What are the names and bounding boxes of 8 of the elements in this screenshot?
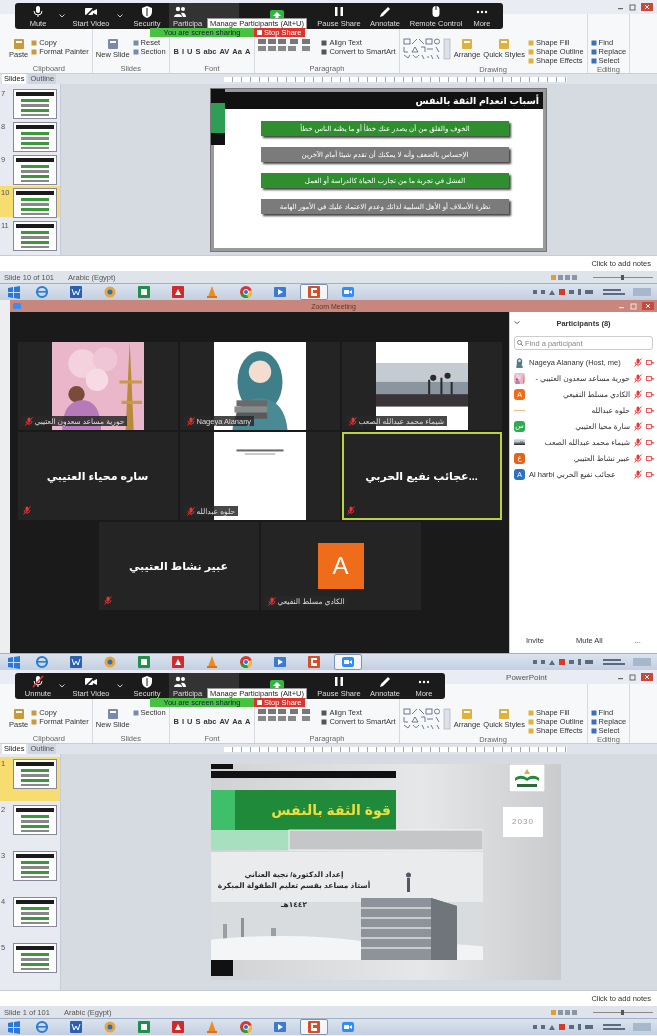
slide-title: قوة الثقة بالنفس [270, 801, 391, 821]
participant-name: ...عجائب نفيع الحربي [365, 469, 478, 483]
participant-name: ساره محياء العتيبي [46, 469, 149, 483]
participant-name: عبير نشاط العتيبي [128, 559, 228, 573]
avatar: A [317, 543, 364, 589]
window-title: PowerPoint [506, 672, 547, 682]
slide-title: أسباب انعدام الثقة بالنفس [225, 91, 543, 109]
vision-badge: 2030 [503, 807, 543, 837]
